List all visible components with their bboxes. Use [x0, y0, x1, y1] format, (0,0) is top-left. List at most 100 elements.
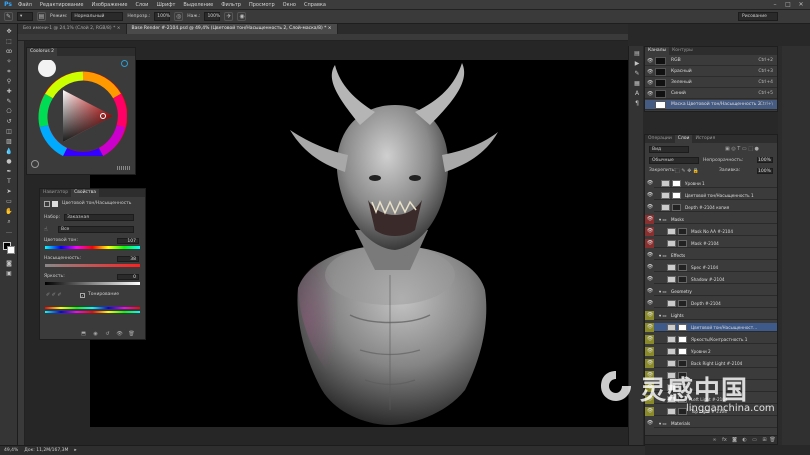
visibility-eye-icon[interactable]: 👁: [646, 347, 654, 356]
add-mask-icon[interactable]: ◙: [731, 437, 738, 443]
color-wheel[interactable]: [31, 59, 128, 161]
layer-row[interactable]: 👁 Яркость/Контрастность 1: [645, 335, 777, 344]
fill-input[interactable]: 100%: [757, 168, 773, 174]
pressure-input[interactable]: 100%: [204, 12, 221, 21]
tab-layers[interactable]: Слои: [674, 135, 693, 143]
visibility-eye-icon[interactable]: [647, 100, 654, 110]
channel-row[interactable]: 👁 Красный Ctrl+3: [645, 67, 777, 77]
screen-mode-icon[interactable]: ▣: [3, 270, 15, 278]
hue-input[interactable]: 107: [117, 238, 139, 244]
visibility-eye-icon[interactable]: 👁: [646, 215, 654, 224]
status-arrow-icon[interactable]: ▸: [74, 448, 76, 453]
visibility-eye-icon[interactable]: 👁: [646, 323, 654, 332]
quick-mask-icon[interactable]: ◙: [3, 260, 15, 268]
layer-group-row[interactable]: 👁 ▾ ▭ Lights: [645, 311, 777, 320]
saturation-input[interactable]: 38: [117, 256, 139, 262]
tab-coolorus[interactable]: Coolorus 2: [27, 48, 57, 56]
visibility-eye-icon[interactable]: 👁: [646, 335, 654, 344]
tab-base-render[interactable]: Base Render #-2104.psd @ 49,4% (Цветовой…: [126, 24, 338, 34]
layer-row[interactable]: 👁 Spec #-2104: [645, 263, 777, 272]
layer-row[interactable]: 👁 Depth #-2104: [645, 299, 777, 308]
workspace-select[interactable]: Рисование: [738, 12, 778, 21]
channel-row[interactable]: 👁 RGB Ctrl+2: [645, 56, 777, 66]
brush-tool-icon[interactable]: ✎: [4, 12, 13, 21]
stamp-tool-icon[interactable]: ⎔: [3, 108, 15, 116]
menu-item-4[interactable]: Шрифт: [152, 0, 179, 10]
healing-tool-icon[interactable]: ✚: [3, 88, 15, 96]
tab-untitled[interactable]: Без имени-1 @ 24,1% (Слой 2, RGB/8) * ×: [18, 24, 127, 34]
visibility-eye-icon[interactable]: 👁: [646, 263, 654, 272]
gradient-tool-icon[interactable]: ▨: [3, 138, 15, 146]
actions-panel-icon[interactable]: ▶: [631, 60, 643, 68]
marquee-tool-icon[interactable]: ⬚: [3, 38, 15, 46]
folder-icon[interactable]: ▾ ▭: [659, 251, 666, 260]
menu-item-9[interactable]: Справка: [300, 0, 330, 10]
path-select-icon[interactable]: ➤: [3, 188, 15, 196]
layer-group-row[interactable]: 👁 ▾ ▭ Materials: [645, 419, 777, 428]
visibility-eye-icon[interactable]: 👁: [646, 227, 654, 236]
visibility-eye-icon[interactable]: 👁: [646, 419, 654, 428]
visibility-eye-icon[interactable]: 👁: [646, 191, 654, 200]
character-panel-icon[interactable]: A: [631, 90, 643, 98]
folder-icon[interactable]: ▾ ▭: [659, 287, 666, 296]
quick-select-icon[interactable]: ✧: [3, 58, 15, 66]
eyedropper-icons[interactable]: ✐ ✐ ✐: [46, 292, 62, 298]
visibility-eye-icon[interactable]: 👁: [647, 89, 654, 99]
link-layers-icon[interactable]: ∞: [711, 437, 718, 443]
more-tools-icon[interactable]: …: [3, 228, 15, 236]
filter-icons[interactable]: ▣ ◎ T ▭ ⬚ ●: [725, 146, 759, 152]
swap-colors-icon[interactable]: [31, 160, 39, 168]
swatches-icon[interactable]: [117, 166, 131, 170]
layer-row[interactable]: 👁 Уровни 2: [645, 347, 777, 356]
canvas[interactable]: [90, 60, 628, 427]
saturation-slider-track[interactable]: [45, 264, 140, 267]
folder-icon[interactable]: ▾ ▭: [659, 419, 666, 428]
channel-row[interactable]: 👁 Синий Ctrl+5: [645, 89, 777, 99]
channel-select[interactable]: Все: [58, 226, 134, 233]
visibility-eye-icon[interactable]: 👁: [646, 311, 654, 320]
preset-select[interactable]: Заказная: [64, 214, 134, 221]
tab-navigator[interactable]: Навигатор: [40, 189, 71, 197]
zoom-level[interactable]: 49,4%: [4, 448, 18, 453]
move-tool-icon[interactable]: ✥: [3, 28, 15, 36]
layer-mask-thumbnail[interactable]: [678, 360, 687, 367]
mask-icon[interactable]: [52, 201, 58, 207]
layer-opacity-input[interactable]: 100%: [757, 157, 773, 163]
layer-row[interactable]: 👁 Уровни 1: [645, 179, 777, 188]
visibility-eye-icon[interactable]: 👁: [646, 287, 654, 296]
brush-size-picker[interactable]: ▾: [17, 12, 33, 21]
tab-history[interactable]: История: [692, 135, 718, 143]
history-panel-icon[interactable]: ▤: [631, 50, 643, 58]
new-group-icon[interactable]: ▭: [751, 437, 758, 443]
layer-row[interactable]: 👁 Mask No AA #-2104: [645, 227, 777, 236]
hand-tool-icon[interactable]: ✋: [3, 208, 15, 216]
close-button[interactable]: ✕: [796, 1, 806, 9]
layer-mask-thumbnail[interactable]: [672, 180, 681, 187]
paragraph-panel-icon[interactable]: ¶: [631, 100, 643, 108]
mode-select[interactable]: Нормальный: [71, 12, 124, 21]
visibility-eye-icon[interactable]: 👁: [647, 67, 654, 77]
menu-item-5[interactable]: Выделение: [179, 0, 217, 10]
visibility-eye-icon[interactable]: 👁: [646, 299, 654, 308]
delete-layer-icon[interactable]: 🗑: [769, 437, 776, 443]
brush-tool-icon[interactable]: ✎: [3, 98, 15, 106]
visibility-eye-icon[interactable]: 👁: [646, 203, 654, 212]
airbrush-icon[interactable]: ✈: [224, 12, 234, 21]
menu-item-0[interactable]: Файл: [14, 0, 36, 10]
layer-mask-thumbnail[interactable]: [678, 300, 687, 307]
visibility-eye-icon[interactable]: 👁: [646, 239, 654, 248]
tab-actions[interactable]: Операции: [645, 135, 675, 143]
clip-to-layer-icon[interactable]: ⬒: [80, 331, 87, 337]
crop-tool-icon[interactable]: ⌗: [3, 68, 15, 76]
menu-item-7[interactable]: Просмотр: [245, 0, 279, 10]
new-layer-icon[interactable]: ⊞: [761, 437, 768, 443]
visibility-eye-icon[interactable]: 👁: [646, 359, 654, 368]
layer-filter-select[interactable]: Вид: [649, 146, 689, 153]
visibility-eye-icon[interactable]: 👁: [646, 275, 654, 284]
target-adjust-icon[interactable]: ☝: [44, 226, 52, 233]
shape-tool-icon[interactable]: ▭: [3, 198, 15, 206]
history-brush-icon[interactable]: ↺: [3, 118, 15, 126]
minimize-button[interactable]: –: [770, 1, 780, 9]
pressure-opacity-icon[interactable]: ◎: [174, 12, 184, 21]
menu-item-6[interactable]: Фильтр: [217, 0, 245, 10]
